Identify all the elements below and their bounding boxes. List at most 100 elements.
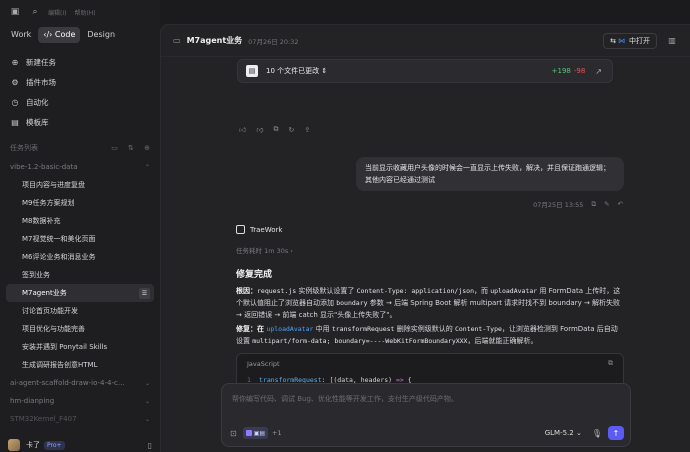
nav-templates[interactable]: ▤ 模板库	[6, 112, 154, 132]
task-group[interactable]: ai-agent-scaffold-draw-io-4-4-c... ⌄	[6, 374, 154, 392]
main-panel: ▭ M7agent业务 07月26日 20:32 ⇆ ⋈ 中打开 ▥ ▤ 10 个文…	[160, 24, 690, 452]
undo-icon[interactable]: ↶	[618, 200, 623, 208]
task-group-label: hm-dianping	[10, 397, 55, 405]
thumbs-up-icon[interactable]: 👍︎	[239, 125, 246, 134]
task-title: M7agent业务	[186, 36, 243, 45]
task-date: 07月26日 20:32	[248, 37, 299, 46]
plugin-icon: ⚙	[11, 77, 19, 87]
chat-scroll[interactable]: ▤ 10 个文件已更改 ⇕ +198 -98 ↗ 👍︎ 👎︎ ⧉ ↻ ⇪ 当前显…	[221, 57, 631, 403]
text: 实例级默认设置了	[296, 287, 357, 295]
send-button[interactable]: ↑	[608, 426, 624, 440]
inline-code: multipart/form-data; boundary=----WebKit…	[252, 337, 468, 345]
task-item-label: M7agent业务	[22, 289, 67, 297]
task-item[interactable]: 项目内容与进度复盘	[6, 176, 154, 194]
user-message: 当前显示收藏用户头像的时候会一直显示上传失败，解决，并且保证跑通逻辑；其他内容已…	[356, 157, 624, 191]
code-icon: ‹/›	[43, 30, 55, 39]
user-bar: 卡了 Pro+ ▯	[8, 438, 152, 452]
context-chip[interactable]: ▣▤	[242, 427, 269, 439]
agent-name: TraeWork	[250, 225, 283, 234]
attach-icon[interactable]: ⊡	[230, 429, 237, 438]
text: ，而	[474, 287, 491, 295]
task-item[interactable]: 生成调研报告创意HTML	[6, 356, 154, 374]
mode-code-label: Code	[54, 30, 76, 39]
label-text: 根因：	[236, 287, 257, 295]
context-icon	[245, 430, 252, 436]
user-name: 卡了	[26, 441, 40, 449]
elapsed-label: 任务耗时 1m 30s	[236, 247, 289, 255]
task-list-title: 任务列表	[10, 144, 38, 152]
edit-icon[interactable]: ✎	[604, 200, 609, 208]
chat-input-placeholder: 帮你编写代码、调试 Bug、优化性能等开发工作，支付生产级代码产物。	[232, 395, 458, 403]
code-language: JavaScript	[247, 360, 280, 368]
inline-code: uploadAvatar	[490, 287, 538, 295]
mode-code[interactable]: ‹/› Code	[38, 27, 81, 43]
vscode-icon: ⋈	[618, 36, 625, 45]
open-in-ide-button[interactable]: ⇆ ⋈ 中打开	[603, 32, 657, 49]
copy-icon[interactable]: ⧉	[608, 359, 613, 368]
lines-added: +198	[551, 67, 571, 75]
task-item-active[interactable]: M7agent业务 ☰	[6, 284, 154, 302]
trae-logo-icon	[236, 225, 245, 234]
task-item[interactable]: 项目优化与功能完善	[6, 320, 154, 338]
mode-work[interactable]: Work	[6, 27, 36, 43]
model-selector[interactable]: GLM-5.2 ⌄	[545, 429, 582, 437]
task-group[interactable]: hm-dianping ⌄	[6, 392, 154, 410]
nav-plugin-market[interactable]: ⚙ 插件市场	[6, 72, 154, 92]
task-item[interactable]: 讨论首页功能开发	[6, 302, 154, 320]
task-item[interactable]: 签到业务	[6, 266, 154, 284]
open-arrow-icon[interactable]: ↗	[595, 67, 602, 76]
task-group[interactable]: STM32Kernel_F407 ⌄	[6, 410, 154, 428]
mic-icon[interactable]: 🎙︎	[592, 429, 602, 438]
template-icon: ▤	[11, 117, 19, 127]
task-item[interactable]: M9任务方案规划	[6, 194, 154, 212]
phone-icon[interactable]: ▯	[148, 441, 152, 450]
avatar[interactable]	[8, 439, 20, 451]
task-list-controls[interactable]: ▭ ⇅ ⊕	[111, 144, 154, 152]
changed-files-label: 10 个文件已更改	[266, 67, 320, 75]
menu-edit[interactable]: 编辑(I)	[48, 8, 66, 17]
model-label: GLM-5.2	[544, 429, 574, 437]
nav-label: 模板库	[26, 117, 49, 127]
automation-icon: ◷	[11, 97, 19, 107]
extra-context-count[interactable]: +1	[272, 429, 282, 437]
copy-icon[interactable]: ⧉	[273, 125, 278, 134]
chevron-down-icon: ⌄	[144, 397, 150, 405]
window-topbar: ▣ ⌕ 编辑(I) 帮助(H)	[0, 0, 160, 24]
task-group-label: vibe-1.2-basic-data	[10, 163, 78, 171]
nav-menu: ⊕ 新建任务 ⚙ 插件市场 ◷ 自动化 ▤ 模板库	[6, 52, 154, 132]
task-header: ▭ M7agent业务 07月26日 20:32 ⇆ ⋈ 中打开 ▥	[161, 25, 690, 57]
mode-design[interactable]: Design	[82, 27, 120, 43]
retry-icon[interactable]: ↻	[288, 126, 294, 134]
chevron-down-icon: ⌄	[144, 379, 150, 387]
task-elapsed[interactable]: 任务耗时 1m 30s ›	[236, 245, 293, 255]
inline-code: transformRequest	[331, 325, 395, 333]
thumbs-down-icon[interactable]: 👎︎	[256, 125, 263, 134]
inline-code: Content-Type: application/json	[356, 287, 474, 295]
text: 中用	[313, 325, 332, 333]
menu-help[interactable]: 帮助(H)	[74, 8, 95, 17]
task-group[interactable]: vibe-1.2-basic-data ⌃	[6, 158, 154, 176]
task-item[interactable]: 安装并遇到 Ponytail Skills	[6, 338, 154, 356]
inline-code: Content-Type	[454, 325, 502, 333]
fix-paragraph: 修复：在 uploadAvatar 中用 transformRequest 删除…	[236, 323, 624, 347]
mode-switcher: Work ‹/› Code Design	[6, 27, 122, 43]
task-item[interactable]: M8数据补充	[6, 212, 154, 230]
message-actions: 👍︎ 👎︎ ⧉ ↻ ⇪	[239, 125, 320, 134]
panel-toggle-icon[interactable]: ▥	[665, 36, 679, 45]
changed-files-card[interactable]: ▤ 10 个文件已更改 ⇕ +198 -98 ↗	[237, 59, 613, 83]
nav-automation[interactable]: ◷ 自动化	[6, 92, 154, 112]
task-item[interactable]: M6评论业务和消息业务	[6, 248, 154, 266]
inline-code: uploadAvatar	[266, 325, 314, 333]
task-item[interactable]: M7视觉统一和美化页面	[6, 230, 154, 248]
plan-badge: Pro+	[44, 440, 65, 450]
nav-new-task[interactable]: ⊕ 新建任务	[6, 52, 154, 72]
arrows-icon: ⇆	[610, 36, 616, 45]
plus-icon: ⊕	[11, 57, 19, 67]
inline-code: request.js	[257, 287, 297, 295]
sidebar-toggle-icon[interactable]: ▣	[8, 5, 22, 19]
search-icon[interactable]: ⌕	[28, 5, 42, 19]
terminal-icon: ☰	[139, 288, 150, 299]
share-icon[interactable]: ⇪	[304, 126, 310, 134]
chat-input-box[interactable]: 帮你编写代码、调试 Bug、优化性能等开发工作，支付生产级代码产物。 ⊡ ▣▤ …	[221, 383, 631, 447]
copy-icon[interactable]: ⧉	[591, 200, 596, 209]
